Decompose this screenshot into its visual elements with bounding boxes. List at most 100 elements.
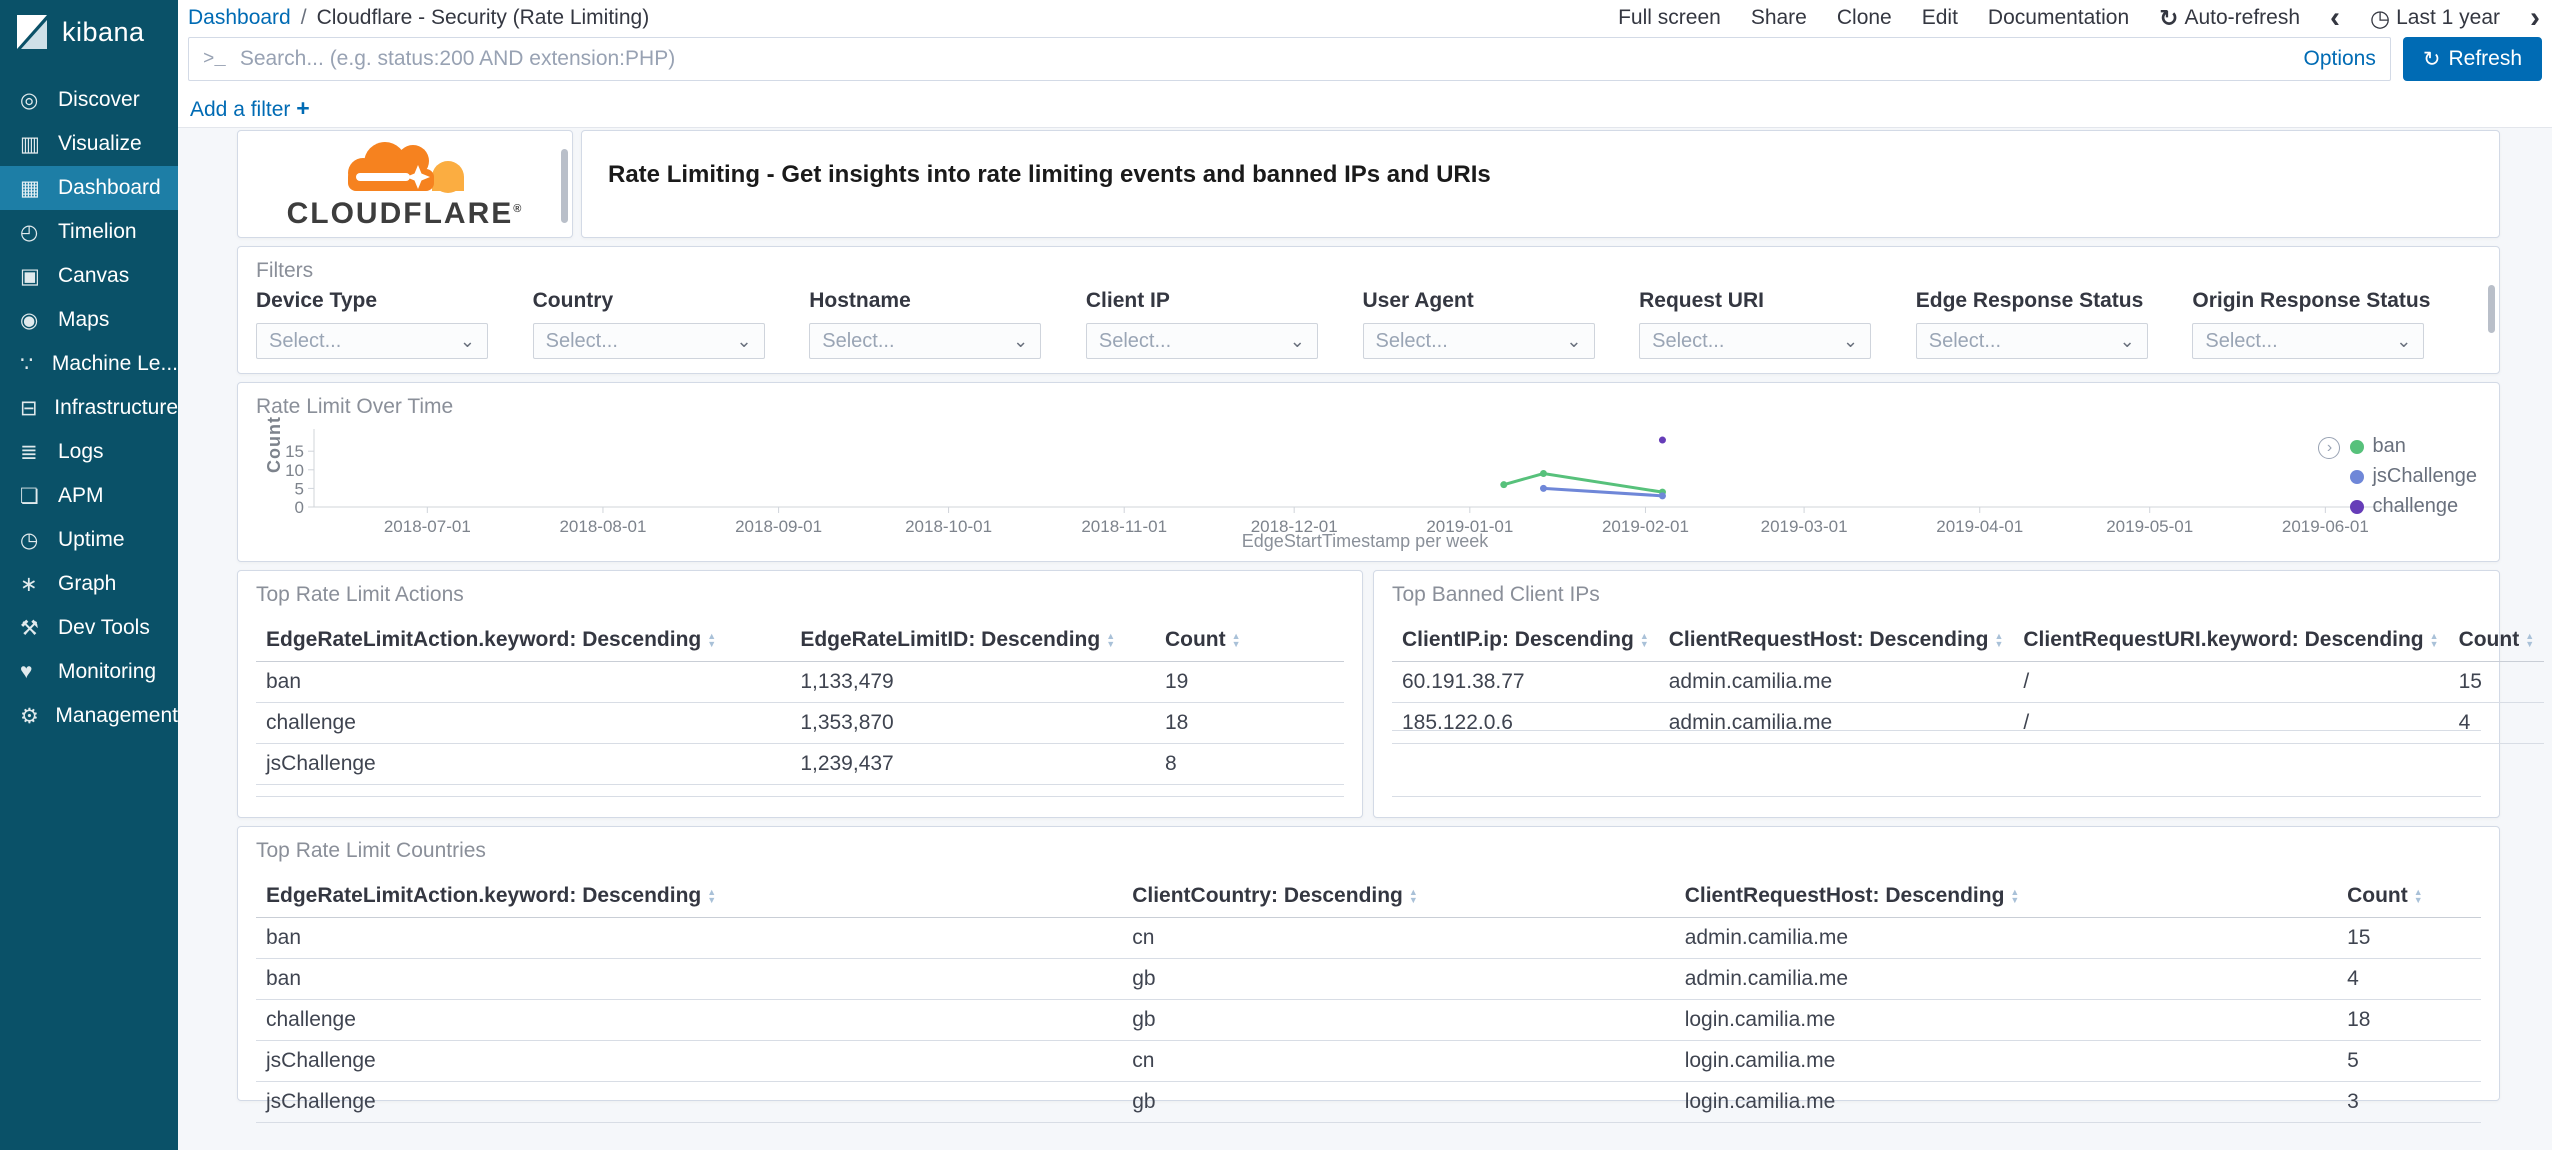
filter-request-uri: Request URI Select... ⌄	[1639, 289, 1916, 359]
column-header[interactable]: ClientRequestURI.keyword: Descending ▲ ▼	[2013, 619, 2449, 662]
full-screen-button[interactable]: Full screen	[1618, 6, 1721, 30]
sidebar-item-discover[interactable]: ◎ Discover	[0, 78, 178, 122]
origin-response-status-select[interactable]: Select... ⌄	[2192, 323, 2425, 359]
table-row: 185.122.0.6 admin.camilia.me/4	[1392, 702, 2545, 744]
breadcrumb: Dashboard / Cloudflare - Security (Rate …	[188, 6, 649, 30]
table-row: ban 1,133,479 19	[256, 661, 1344, 703]
sidebar-item-canvas[interactable]: ▣ Canvas	[0, 254, 178, 298]
column-header[interactable]: ClientCountry: Descending ▲ ▼	[1122, 875, 1675, 918]
legend-expand-button[interactable]: ›	[2318, 437, 2341, 459]
panel-scrollbar[interactable]	[561, 149, 568, 223]
column-header[interactable]: Count ▲ ▼	[1154, 619, 1344, 662]
filter-origin-response-status: Origin Response Status Select... ⌄	[2192, 289, 2469, 359]
options-link[interactable]: Options	[2289, 47, 2375, 71]
filter-device-type: Device Type Select... ⌄	[256, 289, 533, 359]
table-row: jsChallenge cn login.camilia.me 5	[256, 1040, 2481, 1082]
column-header[interactable]: ClientIP.ip: Descending ▲ ▼	[1392, 619, 1659, 662]
table-row: 60.191.38.77 admin.camilia.me/15	[1392, 661, 2545, 703]
cloudflare-logo-icon	[348, 142, 464, 193]
column-header[interactable]: Count ▲ ▼	[2337, 875, 2481, 918]
column-header[interactable]: ClientRequestHost: Descending ▲ ▼	[1674, 875, 2338, 918]
series-dot	[2350, 499, 2365, 514]
sidebar-item-dev-tools[interactable]: ⚒ Dev Tools	[0, 606, 178, 650]
infrastructure-icon: ⊟	[20, 396, 38, 420]
legend-item-challenge[interactable]: challenge	[2350, 495, 2477, 518]
uptime-icon: ◷	[20, 528, 39, 552]
legend-item-ban[interactable]: ban	[2350, 435, 2477, 458]
sidebar-item-monitoring[interactable]: ♥ Monitoring	[0, 650, 178, 694]
sidebar-item-infrastructure[interactable]: ⊟ Infrastructure	[0, 386, 178, 430]
edge-response-status-select[interactable]: Select... ⌄	[1915, 323, 2148, 359]
country-select[interactable]: Select... ⌄	[532, 323, 765, 359]
time-range-forward-button[interactable]: ›	[2530, 3, 2540, 33]
add-filter-button[interactable]: Add a filter +	[190, 95, 310, 122]
sidebar-item-maps[interactable]: ◉ Maps	[0, 298, 178, 342]
maps-icon: ◉	[20, 308, 39, 332]
legend-item-jschallenge[interactable]: jsChallenge	[2350, 465, 2477, 488]
dashboard-grid: CLOUDFLARE® Rate Limiting - Get insights…	[178, 128, 2552, 1150]
kibana-logo[interactable]: kibana	[0, 0, 178, 66]
sidebar-item-management[interactable]: ⚙ Management	[0, 694, 178, 738]
dashboard-icon: ▦	[20, 176, 40, 200]
column-header[interactable]: EdgeRateLimitAction.keyword: Descending ▲…	[256, 619, 791, 662]
clone-button[interactable]: Clone	[1837, 6, 1892, 30]
table-row: jsChallenge gb login.camilia.me 3	[256, 1081, 2481, 1123]
sidebar-item-uptime[interactable]: ◷ Uptime	[0, 518, 178, 562]
column-header[interactable]: ClientRequestHost: Descending ▲ ▼	[1658, 619, 2014, 662]
sidebar-item-apm[interactable]: ❏ APM	[0, 474, 178, 518]
time-range-back-button[interactable]: ‹	[2330, 3, 2340, 33]
sidebar-item-dashboard[interactable]: ▦ Dashboard	[0, 166, 178, 210]
panel-scrollbar[interactable]	[2488, 285, 2495, 333]
dashboard-description: Rate Limiting - Get insights into rate l…	[608, 161, 1491, 188]
svg-text:10: 10	[285, 461, 304, 480]
filter-country: Country Select... ⌄	[532, 289, 810, 359]
sort-icon: ▲ ▼	[2429, 631, 2439, 650]
monitoring-icon: ♥	[20, 660, 33, 683]
sort-icon: ▲ ▼	[1994, 631, 2004, 650]
filter-bar: Add a filter +	[178, 90, 2552, 128]
auto-refresh-button[interactable]: ↻ Auto-refresh	[2159, 5, 2300, 32]
rate-limit-chart: Count 0510152018-07-01 2018-08-01 2018-09-…	[264, 416, 2416, 533]
dashboard-menu: Full screen Share Clone Edit Documentati…	[1618, 3, 2542, 33]
share-button[interactable]: Share	[1751, 6, 1807, 30]
visualize-icon: ▥	[20, 132, 40, 156]
edit-button[interactable]: Edit	[1922, 6, 1958, 30]
sort-icon: ▲ ▼	[707, 887, 717, 906]
search-input[interactable]	[239, 47, 2290, 71]
sidebar-item-machine-learning[interactable]: ∵ Machine Le...	[0, 342, 178, 386]
sidebar-nav: ◎ Discover ▥ Visualize ▦ Dashboard ◴ Timelio…	[0, 78, 178, 738]
table-footer-divider	[1392, 796, 2481, 797]
documentation-link[interactable]: Documentation	[1988, 6, 2129, 30]
hostname-select[interactable]: Select... ⌄	[809, 323, 1042, 359]
panel-title: Top Rate Limit Countries	[256, 839, 486, 862]
cloudflare-wordmark: CLOUDFLARE®	[286, 197, 524, 230]
column-header[interactable]: EdgeRateLimitID: Descending ▲ ▼	[790, 619, 1155, 662]
sidebar-item-timelion[interactable]: ◴ Timelion	[0, 210, 178, 254]
banned-ips-table: ClientIP.ip: Descending ▲ ▼ ClientRequestH…	[1392, 619, 2545, 744]
refresh-button[interactable]: ↻ Refresh	[2402, 37, 2542, 81]
description-panel: Rate Limiting - Get insights into rate l…	[581, 130, 2500, 238]
breadcrumb-dashboard-link[interactable]: Dashboard	[188, 6, 291, 30]
sidebar-item-logs[interactable]: ≣ Logs	[0, 430, 178, 474]
column-header[interactable]: Count ▲ ▼	[2448, 619, 2545, 662]
product-name: kibana	[62, 16, 145, 47]
sidebar: kibana ◎ Discover ▥ Visualize ▦ Dashboard ◴…	[0, 0, 178, 1150]
sort-icon: ▲ ▼	[1408, 887, 1418, 906]
chevron-down-icon: ⌄	[2396, 330, 2412, 351]
user-agent-select[interactable]: Select... ⌄	[1362, 323, 1595, 359]
management-icon: ⚙	[20, 704, 39, 728]
dev-tools-icon: ⚒	[20, 616, 39, 640]
kibana-logo-icon	[17, 15, 47, 49]
refresh-icon: ↻	[2422, 47, 2441, 71]
panel-title: Top Banned Client IPs	[1392, 583, 1600, 606]
search-box: >_ Options	[188, 37, 2391, 81]
device-type-select[interactable]: Select... ⌄	[256, 323, 488, 359]
request-uri-select[interactable]: Select... ⌄	[1639, 323, 1872, 359]
sidebar-item-graph[interactable]: ∗ Graph	[0, 562, 178, 606]
svg-text:15: 15	[285, 442, 304, 461]
client-ip-select[interactable]: Select... ⌄	[1085, 323, 1318, 359]
time-range-picker[interactable]: ◷ Last 1 year	[2370, 5, 2500, 32]
query-bar: >_ Options ↻ Refresh	[178, 36, 2552, 90]
column-header[interactable]: EdgeRateLimitAction.keyword: Descending ▲…	[256, 875, 1123, 918]
sidebar-item-visualize[interactable]: ▥ Visualize	[0, 122, 178, 166]
